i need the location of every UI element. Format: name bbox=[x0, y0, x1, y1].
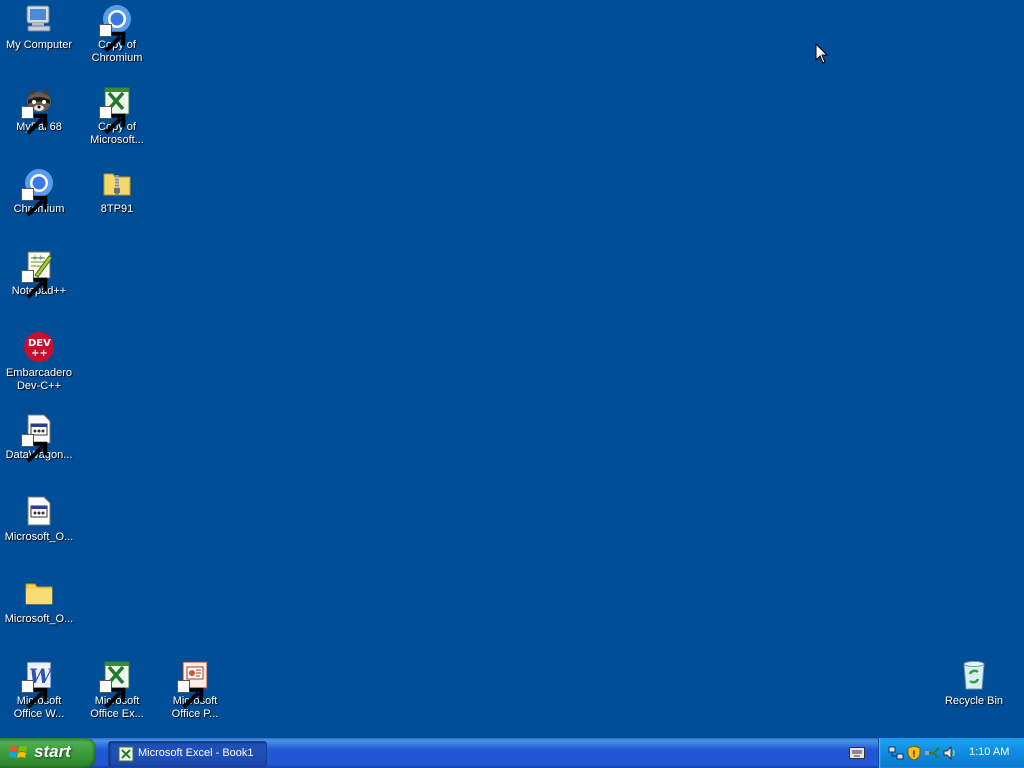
windows-logo-icon bbox=[9, 746, 27, 758]
devcpp-label: Embarcadero Dev-C++ bbox=[5, 367, 73, 392]
start-button[interactable]: start bbox=[0, 738, 96, 768]
microsoft-o-folder-label: Microsoft_O... bbox=[4, 613, 74, 625]
taskbar-clock[interactable]: 1:10 AM bbox=[969, 746, 1009, 758]
devcpp-shortcut[interactable]: DEV ++ Embarcadero Dev-C++ bbox=[1, 331, 77, 393]
notepadpp-icon: ++ bbox=[21, 249, 55, 299]
mypal-raccoon-icon bbox=[21, 85, 55, 135]
excel-icon bbox=[99, 659, 133, 709]
copy-of-excel-shortcut[interactable]: Copy of Microsoft... bbox=[79, 85, 155, 147]
system-tray: ! 1:10 AM bbox=[878, 738, 1024, 768]
zip-folder-icon bbox=[101, 167, 133, 199]
shortcut-arrow-icon bbox=[99, 106, 126, 135]
svg-text:++: ++ bbox=[32, 254, 44, 262]
shortcut-arrow-icon bbox=[21, 434, 48, 463]
svg-text:!: ! bbox=[912, 750, 916, 760]
folder-icon bbox=[23, 577, 55, 609]
volume-speaker-icon[interactable] bbox=[942, 745, 958, 761]
shortcut-arrow-icon bbox=[21, 106, 48, 135]
shortcut-arrow-icon bbox=[99, 24, 126, 53]
application-window-icon bbox=[21, 413, 55, 463]
taskbar-button-label: Microsoft Excel - Book1 bbox=[138, 747, 254, 759]
word-icon: W bbox=[21, 659, 55, 709]
start-label: start bbox=[34, 742, 71, 761]
office-excel-shortcut[interactable]: Microsoft Office Ex... bbox=[79, 659, 155, 721]
taskbar: start Microsoft Excel - Book1 ! 1:10 AM bbox=[0, 738, 1024, 768]
security-shield-icon[interactable]: ! bbox=[906, 745, 922, 761]
taskbar-button-excel-book1[interactable]: Microsoft Excel - Book1 bbox=[108, 741, 267, 767]
8tp91-zip-folder[interactable]: 8TP91 bbox=[79, 167, 155, 216]
shortcut-arrow-icon bbox=[177, 680, 204, 709]
office-powerpoint-shortcut[interactable]: Microsoft Office P... bbox=[157, 659, 233, 721]
mypal-shortcut[interactable]: MyPal 68 bbox=[1, 85, 77, 135]
devcpp-icon: DEV ++ bbox=[23, 331, 55, 363]
safely-remove-hardware-icon[interactable] bbox=[924, 745, 940, 761]
shortcut-arrow-icon bbox=[21, 188, 48, 217]
network-icon[interactable] bbox=[888, 745, 904, 761]
application-window-icon bbox=[23, 495, 55, 527]
microsoft-o-file[interactable]: Microsoft_O... bbox=[1, 495, 77, 544]
powerpoint-icon bbox=[177, 659, 211, 709]
excel-icon bbox=[118, 746, 134, 762]
chromium-shortcut[interactable]: Chromium bbox=[1, 167, 77, 217]
notepadpp-shortcut[interactable]: ++ Notepad++ bbox=[1, 249, 77, 299]
copy-of-chromium-shortcut[interactable]: Copy of Chromium bbox=[79, 3, 155, 65]
chromium-icon bbox=[99, 3, 133, 53]
shortcut-arrow-icon bbox=[21, 680, 48, 709]
svg-text:++: ++ bbox=[31, 348, 48, 359]
recycle-bin[interactable]: Recycle Bin bbox=[936, 659, 1012, 708]
my-computer-label: My Computer bbox=[5, 39, 73, 51]
microsoft-o-folder[interactable]: Microsoft_O... bbox=[1, 577, 77, 626]
recycle-bin-label: Recycle Bin bbox=[944, 695, 1004, 707]
desktop: My Computer Copy of Chromium MyPal 68 Co… bbox=[0, 0, 1024, 738]
chromium-icon bbox=[21, 167, 55, 217]
excel-icon bbox=[99, 85, 133, 135]
datawagon-shortcut[interactable]: DataWagon... bbox=[1, 413, 77, 463]
my-computer-icon bbox=[23, 3, 55, 35]
shortcut-arrow-icon bbox=[99, 680, 126, 709]
8tp91-label: 8TP91 bbox=[100, 203, 134, 215]
recycle-bin-icon bbox=[958, 659, 990, 691]
office-word-shortcut[interactable]: W Microsoft Office W... bbox=[1, 659, 77, 721]
mouse-pointer-icon bbox=[815, 43, 829, 64]
my-computer-shortcut[interactable]: My Computer bbox=[1, 3, 77, 52]
shortcut-arrow-icon bbox=[21, 270, 48, 299]
microsoft-o-file-label: Microsoft_O... bbox=[4, 531, 74, 543]
keyboard-icon[interactable] bbox=[849, 747, 865, 759]
